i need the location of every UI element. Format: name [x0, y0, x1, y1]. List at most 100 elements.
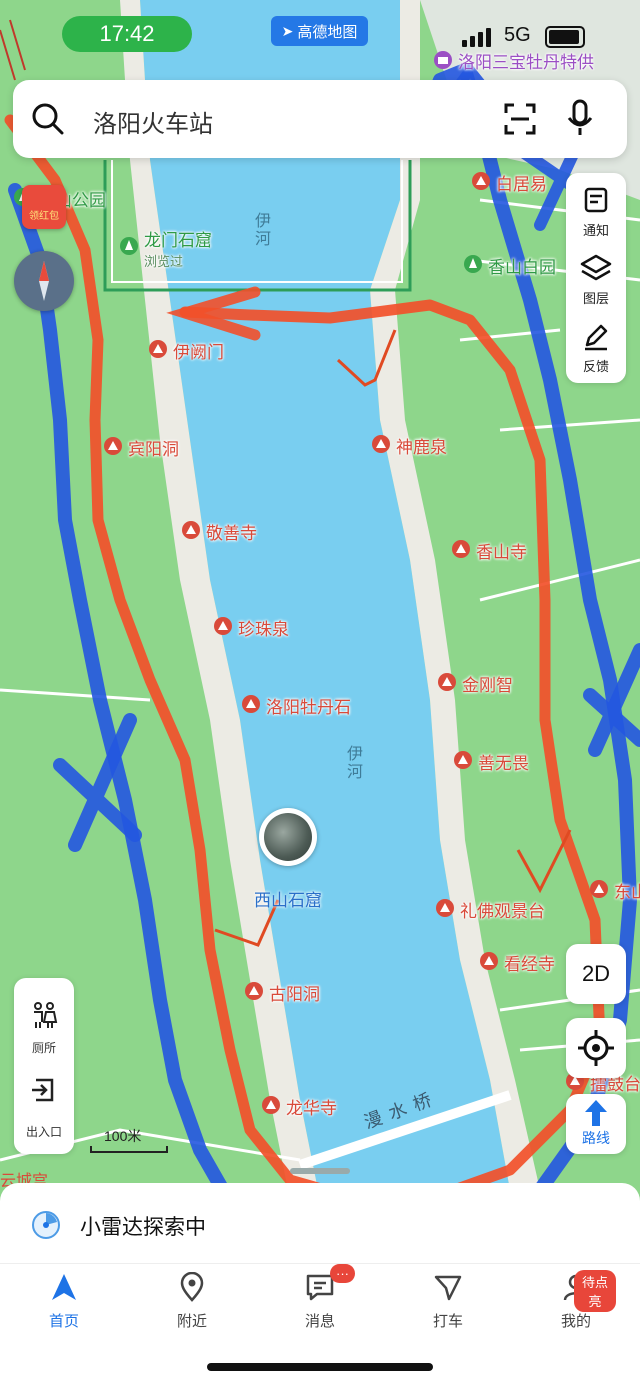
- temple-pin-icon: [245, 981, 263, 1000]
- microphone-icon[interactable]: [565, 98, 595, 138]
- compass-button[interactable]: [14, 251, 74, 311]
- current-spot-label: 西山石窟: [254, 891, 322, 910]
- poi-mudanshi[interactable]: 洛阳牡丹石: [240, 693, 351, 718]
- messages-badge: ···: [330, 1264, 355, 1283]
- poi-lifo-viewpoint[interactable]: 礼佛观景台: [434, 897, 545, 922]
- poi-longmen-visited: 浏览过: [144, 254, 184, 269]
- radar-bar[interactable]: 小雷达探索中: [0, 1183, 640, 1263]
- map-tools-panel: 通知 图层 反馈: [566, 173, 626, 383]
- tab-profile-label: 我的: [560, 1313, 591, 1330]
- layers-button[interactable]: 图层: [566, 245, 626, 311]
- temple-pin-icon: [590, 879, 608, 898]
- temple-pin-icon: [472, 171, 490, 190]
- status-time: 17:42: [62, 16, 192, 52]
- toilet-label: 厕所: [31, 1041, 56, 1055]
- poi-longhuasi[interactable]: 龙华寺: [260, 1094, 337, 1119]
- temple-pin-icon: [214, 616, 232, 635]
- scale-label: 100米: [104, 1128, 142, 1144]
- poi-baijuyi[interactable]: 白居易: [470, 170, 547, 195]
- locate-button[interactable]: [566, 1018, 626, 1078]
- river-label-south: 伊河: [344, 745, 361, 781]
- layers-label: 图层: [582, 291, 609, 306]
- temple-pin-icon: [372, 434, 390, 453]
- river-label-north: 伊河: [252, 212, 269, 248]
- tab-messages[interactable]: 消息 ···: [280, 1264, 360, 1331]
- spot-photo-thumbnail: [264, 813, 312, 861]
- red-packet-button[interactable]: 领红包: [22, 185, 66, 229]
- layers-icon: [580, 254, 612, 281]
- notification-icon: [584, 187, 608, 213]
- scale-bar-line: [90, 1146, 168, 1153]
- entrance-label: 出入口: [25, 1125, 62, 1139]
- scan-icon[interactable]: [503, 102, 537, 136]
- entrance-button[interactable]: 出入口: [14, 1068, 74, 1148]
- radar-icon: [32, 1211, 60, 1239]
- poi-longmen-grottoes[interactable]: 龙门石窟 浏览过: [118, 226, 212, 270]
- home-indicator: [207, 1363, 433, 1371]
- app-brand-badge: ➤ 高德地图: [271, 16, 368, 46]
- view-mode-button[interactable]: 2D: [566, 944, 626, 1004]
- notify-label: 通知: [582, 223, 609, 238]
- current-spot-marker[interactable]: [259, 808, 317, 866]
- feedback-label: 反馈: [582, 359, 609, 374]
- poi-shenluquan[interactable]: 神鹿泉: [370, 433, 447, 458]
- view-mode-label: 2D: [581, 961, 611, 986]
- search-icon[interactable]: [31, 102, 65, 136]
- poi-guyangdong[interactable]: 古阳洞: [243, 980, 320, 1005]
- toilet-button[interactable]: 厕所: [14, 984, 74, 1064]
- temple-pin-icon: [262, 1095, 280, 1114]
- temple-pin-icon: [452, 539, 470, 558]
- tab-nearby-label: 附近: [176, 1313, 207, 1330]
- poi-binyangdong[interactable]: 宾阳洞: [102, 435, 179, 460]
- temple-pin-icon: [454, 750, 472, 769]
- tab-messages-label: 消息: [304, 1313, 335, 1330]
- network-type: 5G: [504, 24, 531, 46]
- poi-yiquemen[interactable]: 伊阙门: [147, 338, 224, 363]
- home-arrow-icon: [52, 1274, 76, 1300]
- poi-jingangzhi[interactable]: 金刚智: [436, 671, 513, 696]
- radar-text: 小雷达探索中: [80, 1216, 206, 1239]
- poi-zhenzhuquan[interactable]: 珍珠泉: [212, 615, 289, 640]
- status-bar: 17:42 ➤ 高德地图 5G: [0, 0, 640, 70]
- locate-icon: [578, 1030, 614, 1066]
- feedback-button[interactable]: 反馈: [566, 313, 626, 379]
- entrance-icon: [32, 1078, 54, 1102]
- toilet-icon: [34, 1002, 58, 1028]
- sheet-drag-handle[interactable]: [290, 1168, 350, 1174]
- compass-icon: [39, 261, 49, 301]
- poi-longmen-name: 龙门石窟: [144, 231, 212, 250]
- temple-pin-icon: [182, 520, 200, 539]
- poi-xiangshansi[interactable]: 香山寺: [450, 538, 527, 563]
- cellular-signal-icon: [462, 28, 491, 47]
- temple-pin-icon: [149, 339, 167, 358]
- search-bar[interactable]: 洛阳火车站: [13, 80, 627, 158]
- location-pin-icon: [180, 1271, 204, 1302]
- tab-nearby[interactable]: 附近: [152, 1271, 232, 1331]
- tab-home[interactable]: 首页: [24, 1272, 104, 1331]
- poi-dongshan[interactable]: 东山: [588, 878, 640, 903]
- temple-pin-icon: [242, 694, 260, 713]
- route-button[interactable]: 路线: [566, 1094, 626, 1154]
- tab-home-label: 首页: [48, 1313, 79, 1330]
- search-query-text[interactable]: 洛阳火车站: [93, 104, 213, 139]
- taxi-icon: [434, 1275, 462, 1301]
- tab-taxi[interactable]: 打车: [408, 1272, 488, 1331]
- route-label: 路线: [582, 1130, 610, 1146]
- notify-button[interactable]: 通知: [566, 177, 626, 243]
- profile-badge: 待点亮: [574, 1270, 616, 1312]
- temple-pin-icon: [438, 672, 456, 691]
- map-scale: 100米: [90, 1126, 168, 1153]
- pencil-icon: [585, 324, 608, 351]
- poi-xiangshan-baiyuan[interactable]: 香山白园: [462, 253, 556, 278]
- poi-kanjingsi[interactable]: 看经寺: [478, 950, 555, 975]
- app-brand-name: 高德地图: [297, 23, 358, 41]
- park-pin-icon: [464, 254, 482, 273]
- facility-panel: 厕所 出入口: [14, 978, 74, 1154]
- poi-jingshansi[interactable]: 敬善寺: [180, 519, 257, 544]
- poi-shanwuwei[interactable]: 善无畏: [452, 749, 529, 774]
- temple-pin-icon: [436, 898, 454, 917]
- tab-profile[interactable]: 我的 待点亮: [536, 1270, 616, 1331]
- park-pin-icon: [120, 237, 138, 255]
- red-packet-label: 领红包: [29, 211, 59, 222]
- tab-taxi-label: 打车: [432, 1313, 463, 1330]
